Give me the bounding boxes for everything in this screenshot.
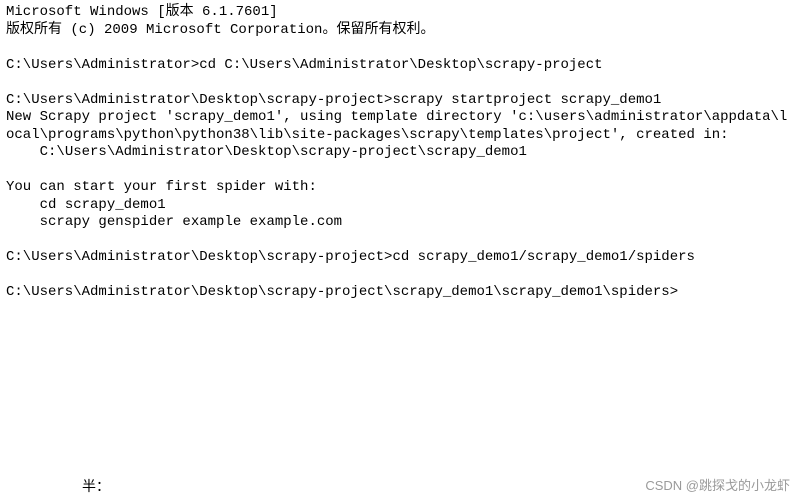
terminal-line (6, 74, 794, 92)
terminal-line: 版权所有 (c) 2009 Microsoft Corporation。保留所有… (6, 22, 794, 40)
terminal-line (6, 267, 794, 285)
terminal-line: New Scrapy project 'scrapy_demo1', using… (6, 109, 794, 144)
watermark-text: CSDN @跳探戈的小龙虾 (645, 478, 790, 494)
terminal-line: Microsoft Windows [版本 6.1.7601] (6, 4, 794, 22)
terminal-line (6, 162, 794, 180)
terminal-line (6, 232, 794, 250)
terminal-output[interactable]: Microsoft Windows [版本 6.1.7601]版权所有 (c) … (6, 4, 794, 302)
cropped-text-fragment: 半： (82, 479, 110, 497)
terminal-line: C:\Users\Administrator\Desktop\scrapy-pr… (6, 249, 794, 267)
terminal-line: scrapy genspider example example.com (6, 214, 794, 232)
terminal-line: C:\Users\Administrator\Desktop\scrapy-pr… (6, 144, 794, 162)
terminal-line: You can start your first spider with: (6, 179, 794, 197)
terminal-line: C:\Users\Administrator>cd C:\Users\Admin… (6, 57, 794, 75)
terminal-line: C:\Users\Administrator\Desktop\scrapy-pr… (6, 284, 794, 302)
terminal-line: C:\Users\Administrator\Desktop\scrapy-pr… (6, 92, 794, 110)
terminal-line: cd scrapy_demo1 (6, 197, 794, 215)
terminal-line (6, 39, 794, 57)
